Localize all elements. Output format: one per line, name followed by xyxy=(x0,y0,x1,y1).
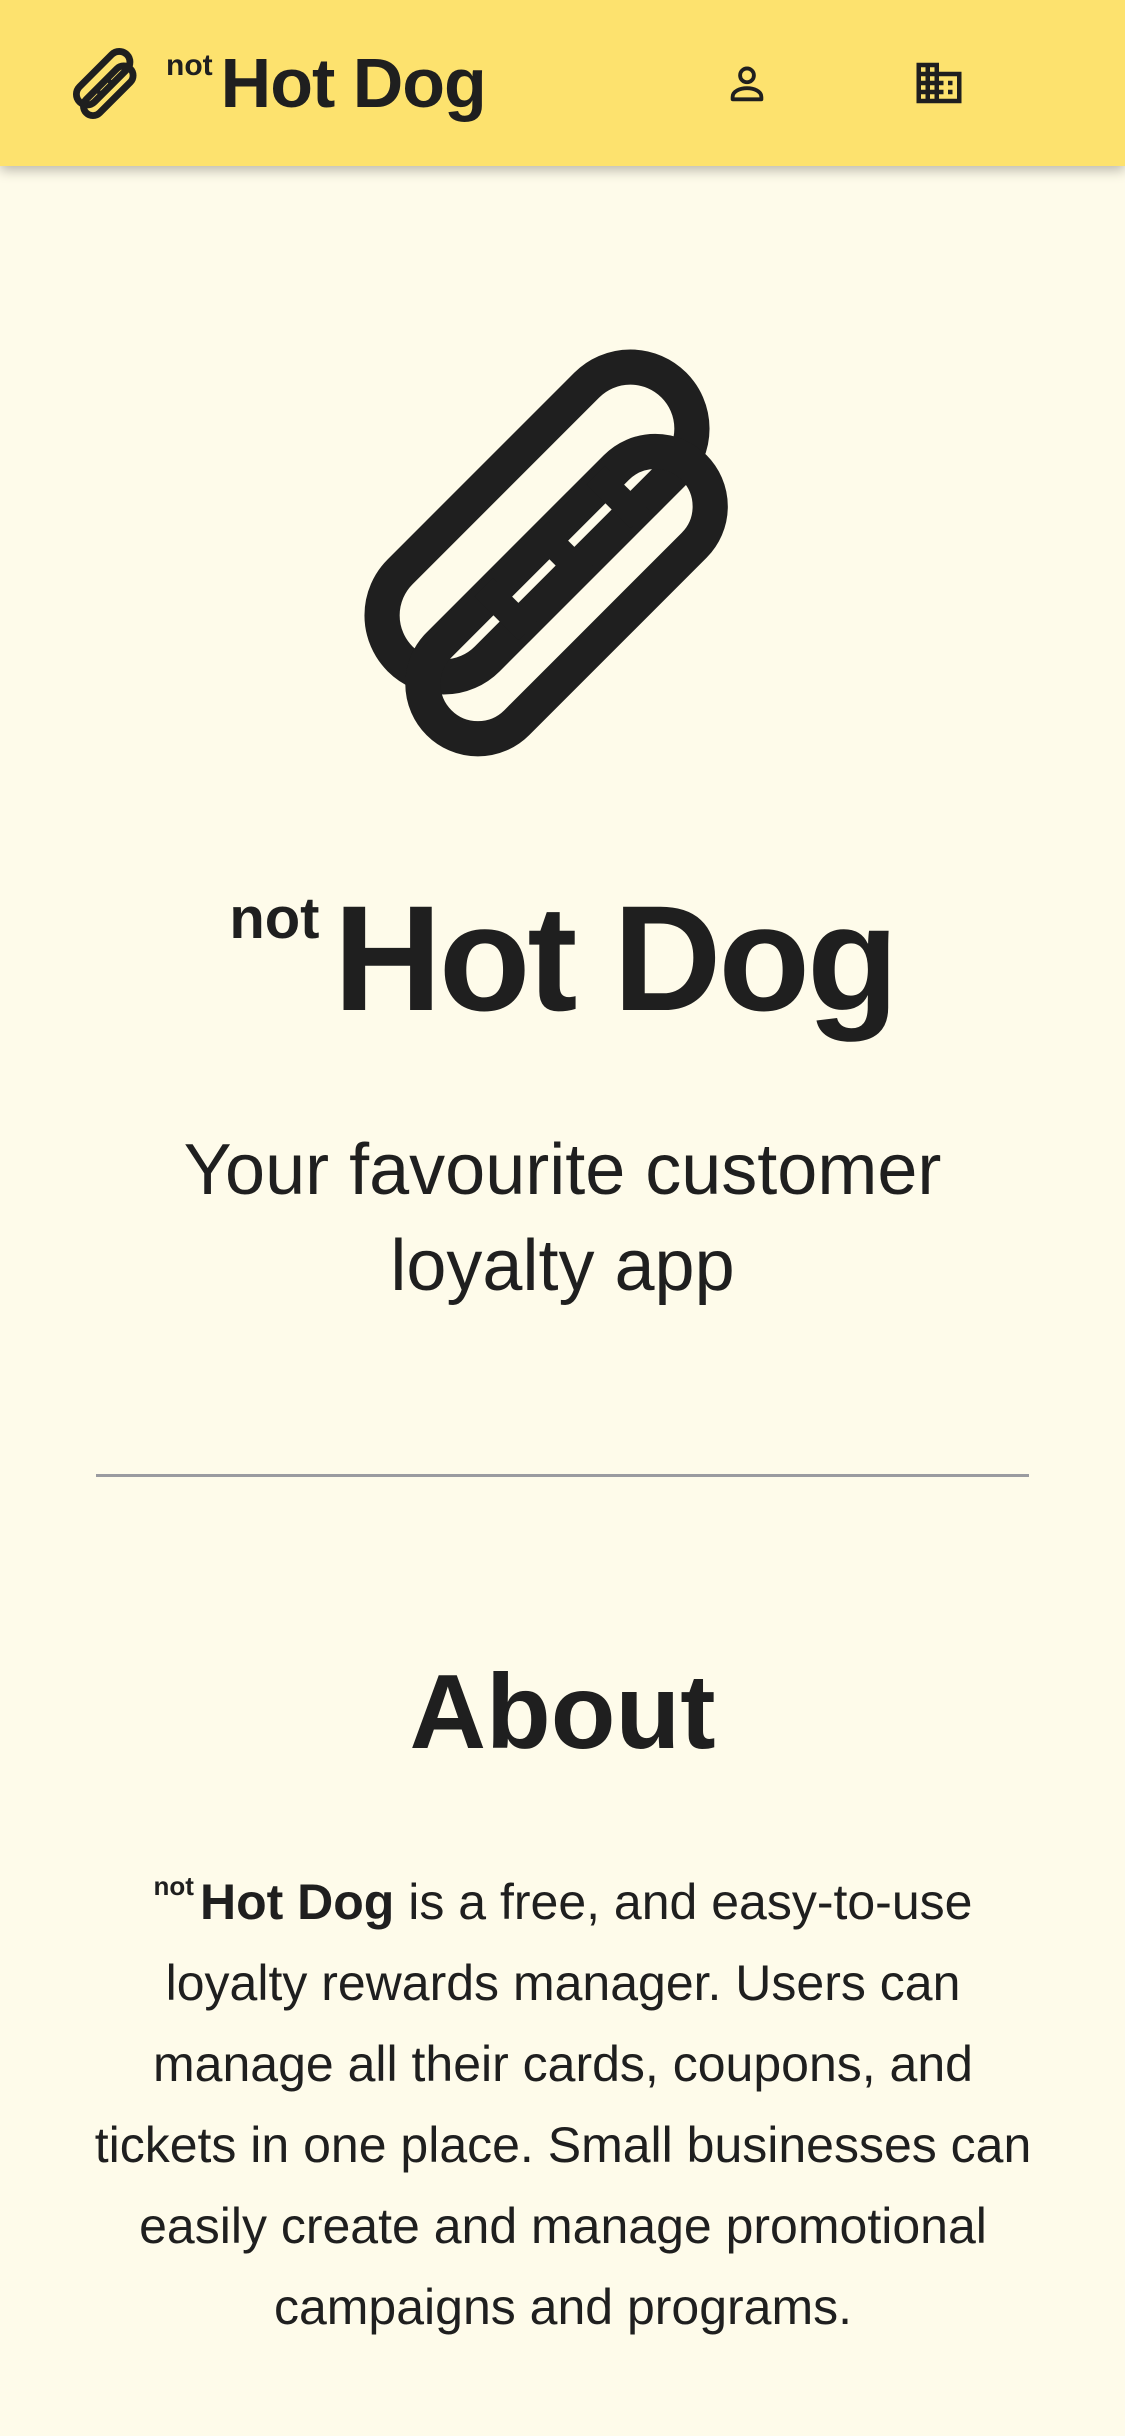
brand-wordmark: not Hot Dog xyxy=(166,43,487,123)
about-body-text: is a free, and easy-to-use loyalty rewar… xyxy=(94,1874,1032,2335)
about-inline-brand: not Hot Dog xyxy=(153,1871,395,1930)
about-paragraph: not Hot Dog is a free, and easy-to-use lo… xyxy=(88,1846,1038,2348)
hot-dog-logo-icon xyxy=(72,47,137,120)
hero-title-name: Hot Dog xyxy=(333,874,899,1042)
section-divider xyxy=(96,1474,1029,1477)
about-brand-name: Hot Dog xyxy=(199,1874,395,1930)
about-brand-prefix: not xyxy=(153,1871,194,1901)
about-heading: About xyxy=(409,1653,716,1771)
top-app-bar: not Hot Dog xyxy=(0,0,1125,166)
user-icon xyxy=(730,66,764,102)
building-icon xyxy=(916,62,962,104)
brand-prefix: not xyxy=(166,49,213,82)
user-account-button[interactable] xyxy=(707,43,787,123)
hero-title-prefix: not xyxy=(229,886,320,951)
hero-tagline: Your favourite customer loyalty app xyxy=(183,1130,942,1306)
business-account-button[interactable] xyxy=(899,43,979,123)
hot-dog-icon xyxy=(364,349,728,757)
brand-name: Hot Dog xyxy=(220,44,487,122)
home-brand-link[interactable]: not Hot Dog xyxy=(70,38,487,128)
hero-title: not Hot Dog xyxy=(0,878,1125,1038)
